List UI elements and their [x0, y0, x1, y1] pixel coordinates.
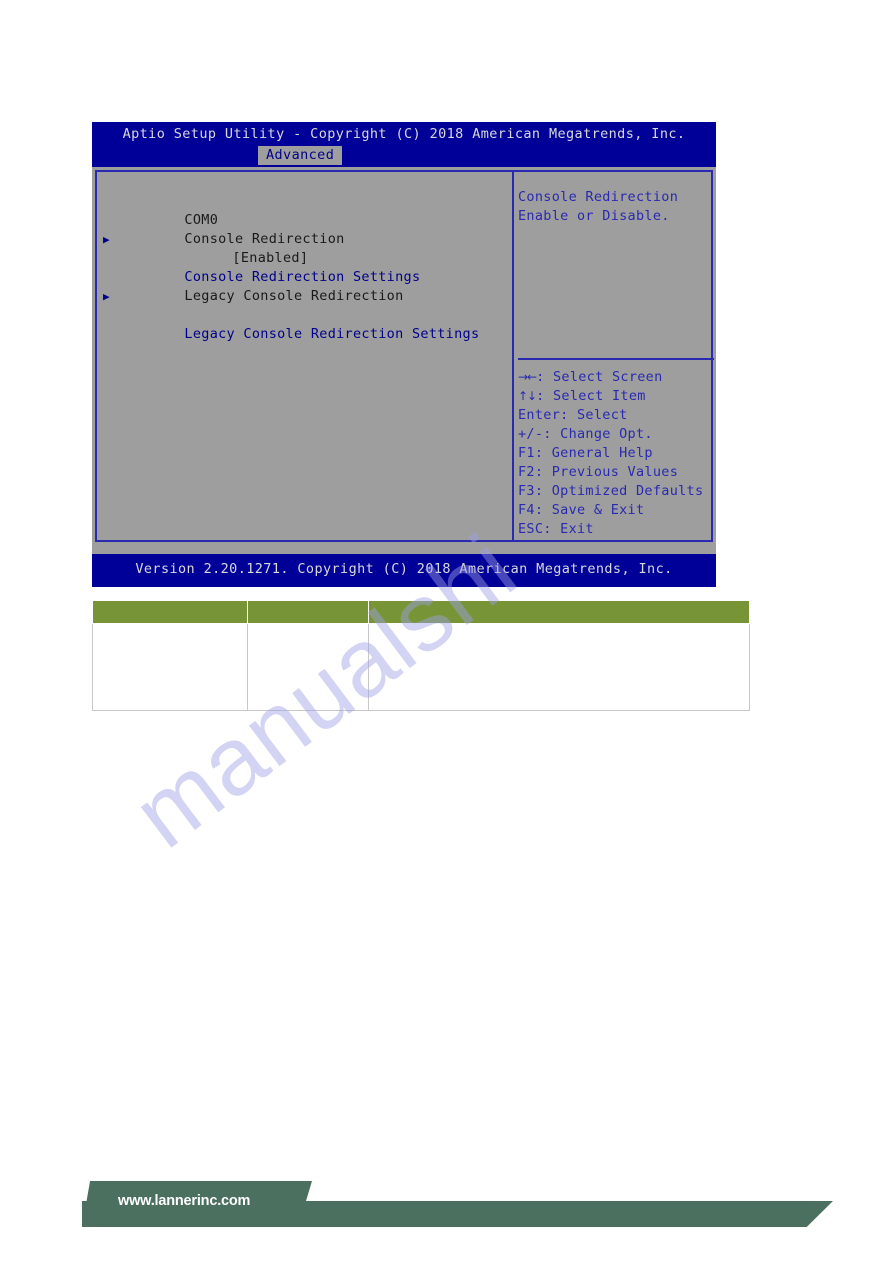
key-f3-optimized-defaults: F3: Optimized Defaults: [518, 483, 704, 499]
bios-menu-pane: COM0 Console Redirection [Enabled] ▶ Con…: [97, 172, 512, 540]
table-cell-3: [368, 623, 750, 711]
key-select-screen-label: : Select Screen: [536, 369, 663, 385]
key-select-item-label: : Select Item: [536, 388, 646, 404]
page-footer: www.lannerinc.com: [0, 1181, 893, 1227]
bios-body: COM0 Console Redirection [Enabled] ▶ Con…: [95, 170, 714, 542]
table-header-row: [92, 600, 750, 624]
bios-title-bar: Aptio Setup Utility - Copyright (C) 2018…: [92, 122, 716, 167]
menu-spacer: [117, 249, 512, 268]
key-f2-previous-values: F2: Previous Values: [518, 464, 679, 480]
help-separator: [518, 358, 714, 360]
key-f1-general-help: F1: General Help: [518, 445, 653, 461]
menu-item-console-redirection-settings[interactable]: ▶ Console Redirection Settings: [103, 230, 512, 285]
menu-group-com0: COM0: [117, 192, 512, 228]
help-line-1: Console Redirection: [518, 189, 679, 205]
tab-advanced[interactable]: Advanced: [258, 146, 343, 165]
bios-version-text: Version 2.20.1271. Copyright (C) 2018 Am…: [135, 561, 673, 577]
key-enter-select: Enter: Select: [518, 407, 628, 423]
bios-setup-screenshot: Aptio Setup Utility - Copyright (C) 2018…: [92, 122, 716, 587]
help-line-2: Enable or Disable.: [518, 208, 670, 224]
key-select-item: ↑↓: Select Item: [518, 387, 718, 406]
table-header-cell-2: [247, 600, 369, 624]
key-f4-save-exit: F4: Save & Exit: [518, 502, 645, 518]
up-down-arrow-icon: ↑↓: [518, 389, 537, 403]
table-cell-1: [92, 623, 248, 711]
footer-website-url[interactable]: www.lannerinc.com: [118, 1193, 250, 1209]
key-change-opt: +/-: Change Opt.: [518, 426, 653, 442]
menu-item-legacy-console-redirection-settings[interactable]: ▶ Legacy Console Redirection Settings: [103, 287, 512, 342]
menu-item-console-redirection[interactable]: Console Redirection [Enabled]: [117, 211, 512, 266]
key-select-screen: →←: Select Screen: [518, 368, 718, 387]
bios-title: Aptio Setup Utility - Copyright (C) 2018…: [122, 126, 686, 142]
table-header-cell-3: [368, 600, 750, 624]
menu-item-legacy-console-redirection-settings-label: Legacy Console Redirection Settings: [184, 326, 480, 342]
submenu-triangle-icon: ▶: [103, 233, 110, 246]
spec-table: [92, 600, 750, 711]
key-legend: →←: Select Screen ↑↓: Select Item Enter:…: [518, 368, 718, 539]
table-cell-2: [247, 623, 369, 711]
table-header-cell-1: [92, 600, 248, 624]
key-esc-exit: ESC: Exit: [518, 521, 594, 537]
menu-group-legacy-console-redirection: Legacy Console Redirection: [117, 268, 512, 304]
table-row: [92, 623, 750, 711]
submenu-triangle-icon: ▶: [103, 290, 110, 303]
bios-version-bar: Version 2.20.1271. Copyright (C) 2018 Am…: [92, 554, 716, 587]
bios-help-pane: Console Redirection Enable or Disable. →…: [514, 172, 714, 540]
left-right-arrow-icon: →←: [518, 370, 537, 384]
